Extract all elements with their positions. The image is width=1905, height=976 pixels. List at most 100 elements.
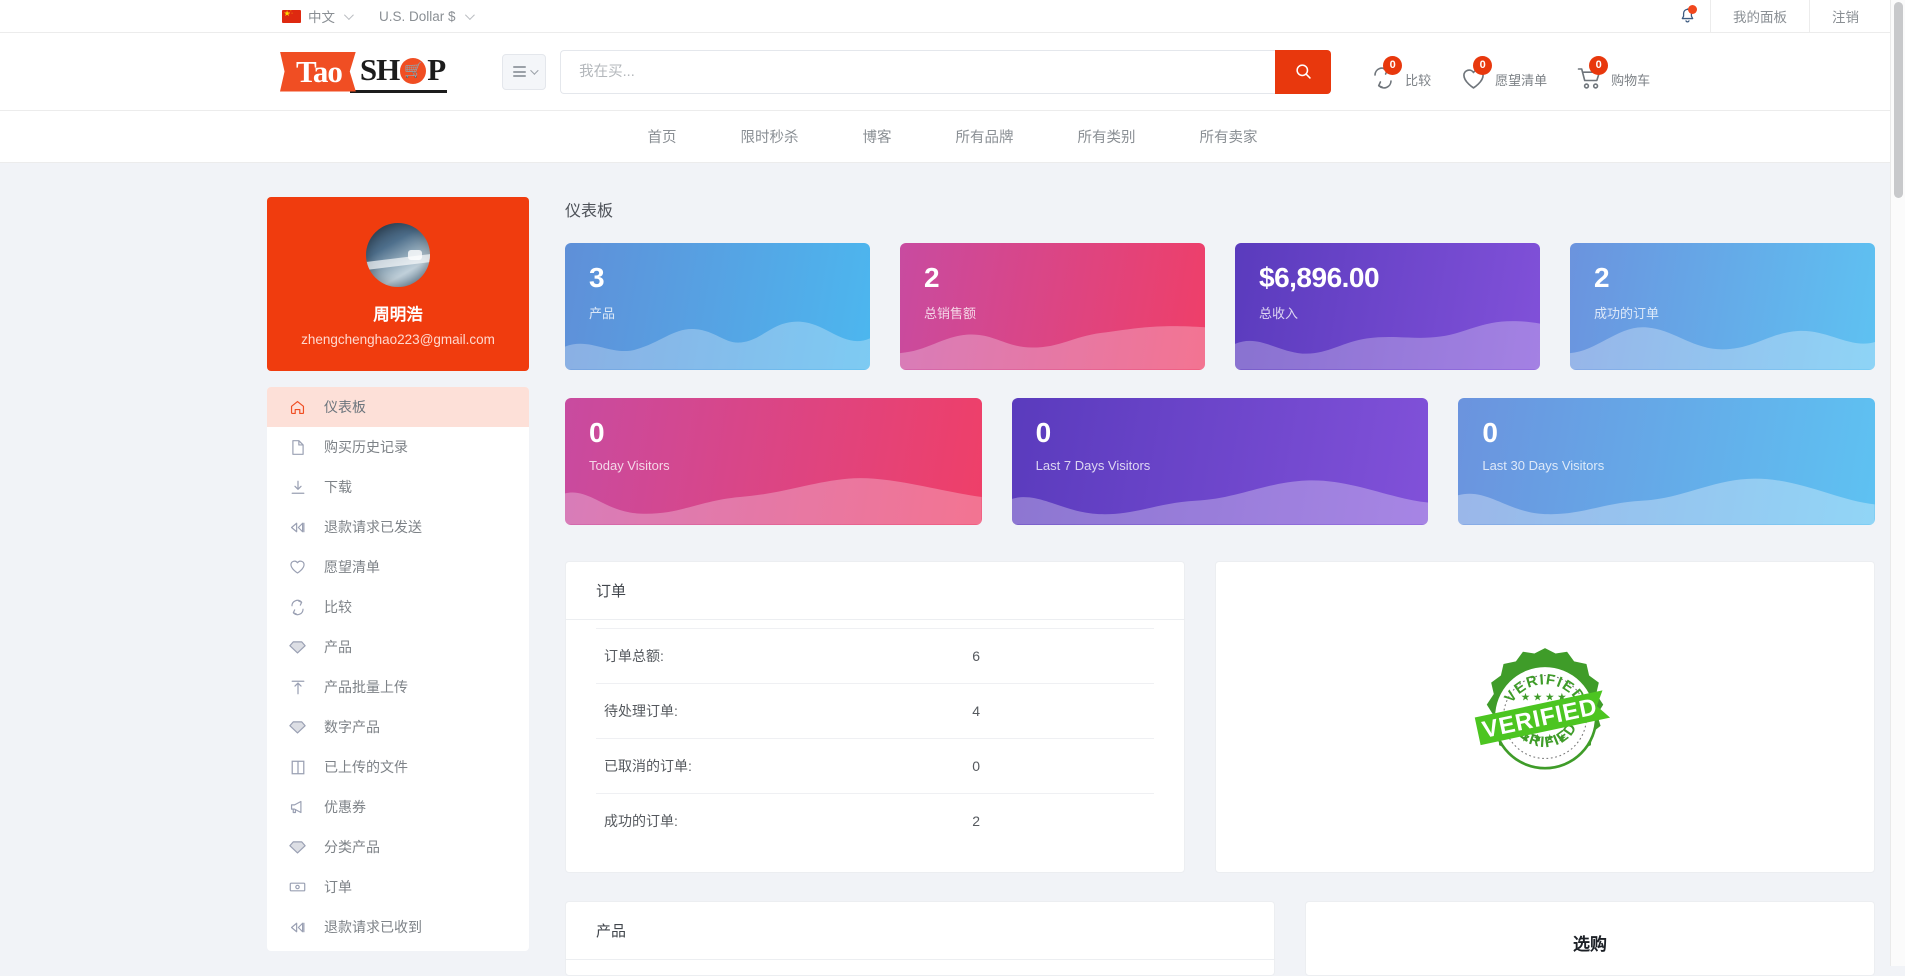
stat-label: Today Visitors — [589, 457, 670, 473]
sidebar-item-uploaded-files[interactable]: 已上传的文件 — [267, 747, 529, 787]
stat-card-total-sales[interactable]: 2 总销售额 — [900, 243, 1205, 370]
cart-button[interactable]: 0 购物车 — [1577, 54, 1650, 90]
stat-card-last-30-days-visitors[interactable]: 0 Last 30 Days Visitors — [1458, 398, 1876, 525]
sidebar-item-label: 愿望清单 — [324, 559, 380, 575]
orders-total-label: 订单总额: — [604, 648, 664, 664]
sidebar-item-wishlist[interactable]: 愿望清单 — [267, 547, 529, 587]
sidebar-item-dashboard[interactable]: 仪表板 — [267, 387, 529, 427]
orders-panel: 订单 订单总额: 6 待处理订单: 4 已取消的订单: 0 成功的订单: 2 — [565, 561, 1185, 873]
stat-card-today-visitors[interactable]: 0 Today Visitors — [565, 398, 982, 525]
orders-and-badge-row: 订单 订单总额: 6 待处理订单: 4 已取消的订单: 0 成功的订单: 2 V… — [565, 561, 1875, 873]
table-row: 待处理订单: 4 — [596, 683, 1154, 739]
heart-icon: 0 — [1461, 55, 1493, 90]
wishlist-label: 愿望清单 — [1495, 72, 1548, 88]
currency-label: U.S. Dollar $ — [379, 8, 456, 24]
stat-card-successful-orders[interactable]: 2 成功的订单 — [1570, 243, 1875, 370]
wishlist-button[interactable]: 0 愿望清单 — [1461, 54, 1547, 90]
sidebar-item-digital-products[interactable]: 数字产品 — [267, 707, 529, 747]
nav-item-blog[interactable]: 博客 — [831, 126, 924, 147]
orders-panel-body: 订单总额: 6 待处理订单: 4 已取消的订单: 0 成功的订单: 2 — [566, 620, 1184, 872]
stat-label: Last 7 Days Visitors — [1035, 457, 1151, 473]
sidebar-item-label: 产品 — [324, 639, 352, 655]
nav-item-home[interactable]: 首页 — [616, 126, 709, 147]
compare-icon — [289, 599, 306, 616]
download-icon — [289, 479, 306, 496]
sidebar-item-products[interactable]: 产品 — [267, 627, 529, 667]
chevron-down-icon — [464, 9, 475, 20]
sidebar-item-refund-requests-sent[interactable]: 退款请求已发送 — [267, 507, 529, 547]
notifications-button[interactable] — [1664, 0, 1710, 33]
logo-tao-text: Tao — [280, 51, 356, 92]
page-scrollbar[interactable] — [1890, 0, 1905, 966]
money-icon — [289, 879, 306, 896]
chevron-down-icon — [343, 9, 354, 20]
stat-card-last-7-days-visitors[interactable]: 0 Last 7 Days Visitors — [1011, 398, 1429, 525]
stat-value: 0 — [1482, 417, 1498, 448]
stat-card-products[interactable]: 3 产品 — [565, 243, 870, 370]
site-header: Tao SH 🛒 P 0 — [0, 33, 1905, 111]
topbar-left-group: 中文 U.S. Dollar $ — [268, 0, 486, 32]
bottom-panels-row: 产品 选购 — [565, 901, 1875, 976]
currency-selector[interactable]: U.S. Dollar $ — [365, 0, 486, 32]
sidebar-item-coupons[interactable]: 优惠券 — [267, 787, 529, 827]
gem-icon — [289, 639, 306, 656]
cart-icon: 0 — [1577, 55, 1609, 90]
orders-cancelled-label: 已取消的订单: — [604, 758, 692, 774]
my-panel-link[interactable]: 我的面板 — [1711, 0, 1809, 33]
profile-name: 周明浩 — [373, 306, 423, 324]
stat-value: 0 — [589, 417, 605, 448]
site-logo[interactable]: Tao SH 🛒 P — [280, 48, 448, 96]
sidebar-item-label: 分类产品 — [324, 839, 380, 855]
sidebar-item-compare[interactable]: 比较 — [267, 587, 529, 627]
language-label: 中文 — [308, 10, 335, 25]
sidebar-item-downloads[interactable]: 下载 — [267, 467, 529, 507]
compare-label: 比较 — [1405, 72, 1432, 88]
sidebar-item-label: 产品批量上传 — [324, 679, 408, 695]
top-bar: 中文 U.S. Dollar $ 我的面板 注销 — [0, 0, 1905, 33]
upload-icon — [289, 679, 306, 696]
orders-successful-label: 成功的订单: — [604, 813, 678, 829]
nav-item-categories[interactable]: 所有类别 — [1046, 126, 1168, 147]
language-selector[interactable]: 中文 — [268, 0, 365, 32]
category-menu-button[interactable] — [502, 53, 547, 90]
search-input[interactable] — [560, 49, 1276, 94]
logo-p-text: P — [427, 51, 446, 87]
sidebar-menu: 仪表板 购买历史记录 下载 退款请求已发送 愿望清单 比较 产品 产品批量上传 … — [267, 387, 529, 951]
nav-item-brands[interactable]: 所有品牌 — [924, 126, 1046, 147]
cart-label: 购物车 — [1611, 72, 1651, 88]
orders-pending-value: 4 — [972, 703, 981, 719]
compare-count-badge: 0 — [1383, 55, 1403, 75]
sidebar-item-bulk-product-upload[interactable]: 产品批量上传 — [267, 667, 529, 707]
compare-icon: 0 — [1371, 55, 1403, 90]
orders-cancelled-value: 0 — [972, 758, 981, 774]
logout-link[interactable]: 注销 — [1810, 0, 1881, 33]
user-sidebar: 周明浩 zhengchenghao223@gmail.com 仪表板 购买历史记… — [267, 197, 529, 976]
sidebar-item-label: 仪表板 — [324, 399, 366, 415]
rewind-icon — [289, 919, 306, 936]
stat-label: Last 30 Days Visitors — [1482, 457, 1605, 473]
nav-item-sellers[interactable]: 所有卖家 — [1168, 126, 1290, 147]
scrollbar-thumb[interactable] — [1894, 2, 1903, 198]
home-icon — [289, 399, 306, 416]
compare-button[interactable]: 0 比较 — [1371, 54, 1431, 90]
stat-label: 总销售额 — [924, 305, 977, 321]
sidebar-item-orders[interactable]: 订单 — [267, 867, 529, 907]
book-icon — [289, 759, 306, 776]
stat-label: 成功的订单 — [1594, 305, 1660, 321]
cart-icon: 🛒 — [400, 57, 427, 84]
stat-value: 2 — [1594, 262, 1610, 293]
shop-panel: 选购 — [1305, 901, 1875, 976]
sidebar-item-label: 订单 — [324, 879, 352, 895]
sidebar-item-label: 比较 — [324, 599, 352, 615]
sidebar-item-refund-requests-received[interactable]: 退款请求已收到 — [267, 907, 529, 947]
orders-total-value: 6 — [972, 648, 981, 664]
search-button[interactable] — [1275, 49, 1332, 94]
products-panel-title: 产品 — [566, 902, 1274, 960]
stat-label: 总收入 — [1259, 305, 1299, 321]
sidebar-item-classified-products[interactable]: 分类产品 — [267, 827, 529, 867]
shop-panel-title: 选购 — [1573, 935, 1607, 954]
nav-item-flash-sale[interactable]: 限时秒杀 — [709, 126, 831, 147]
stat-card-total-income[interactable]: $6,896.00 总收入 — [1235, 243, 1540, 370]
table-row: 已取消的订单: 0 — [596, 738, 1154, 794]
sidebar-item-purchase-history[interactable]: 购买历史记录 — [267, 427, 529, 467]
